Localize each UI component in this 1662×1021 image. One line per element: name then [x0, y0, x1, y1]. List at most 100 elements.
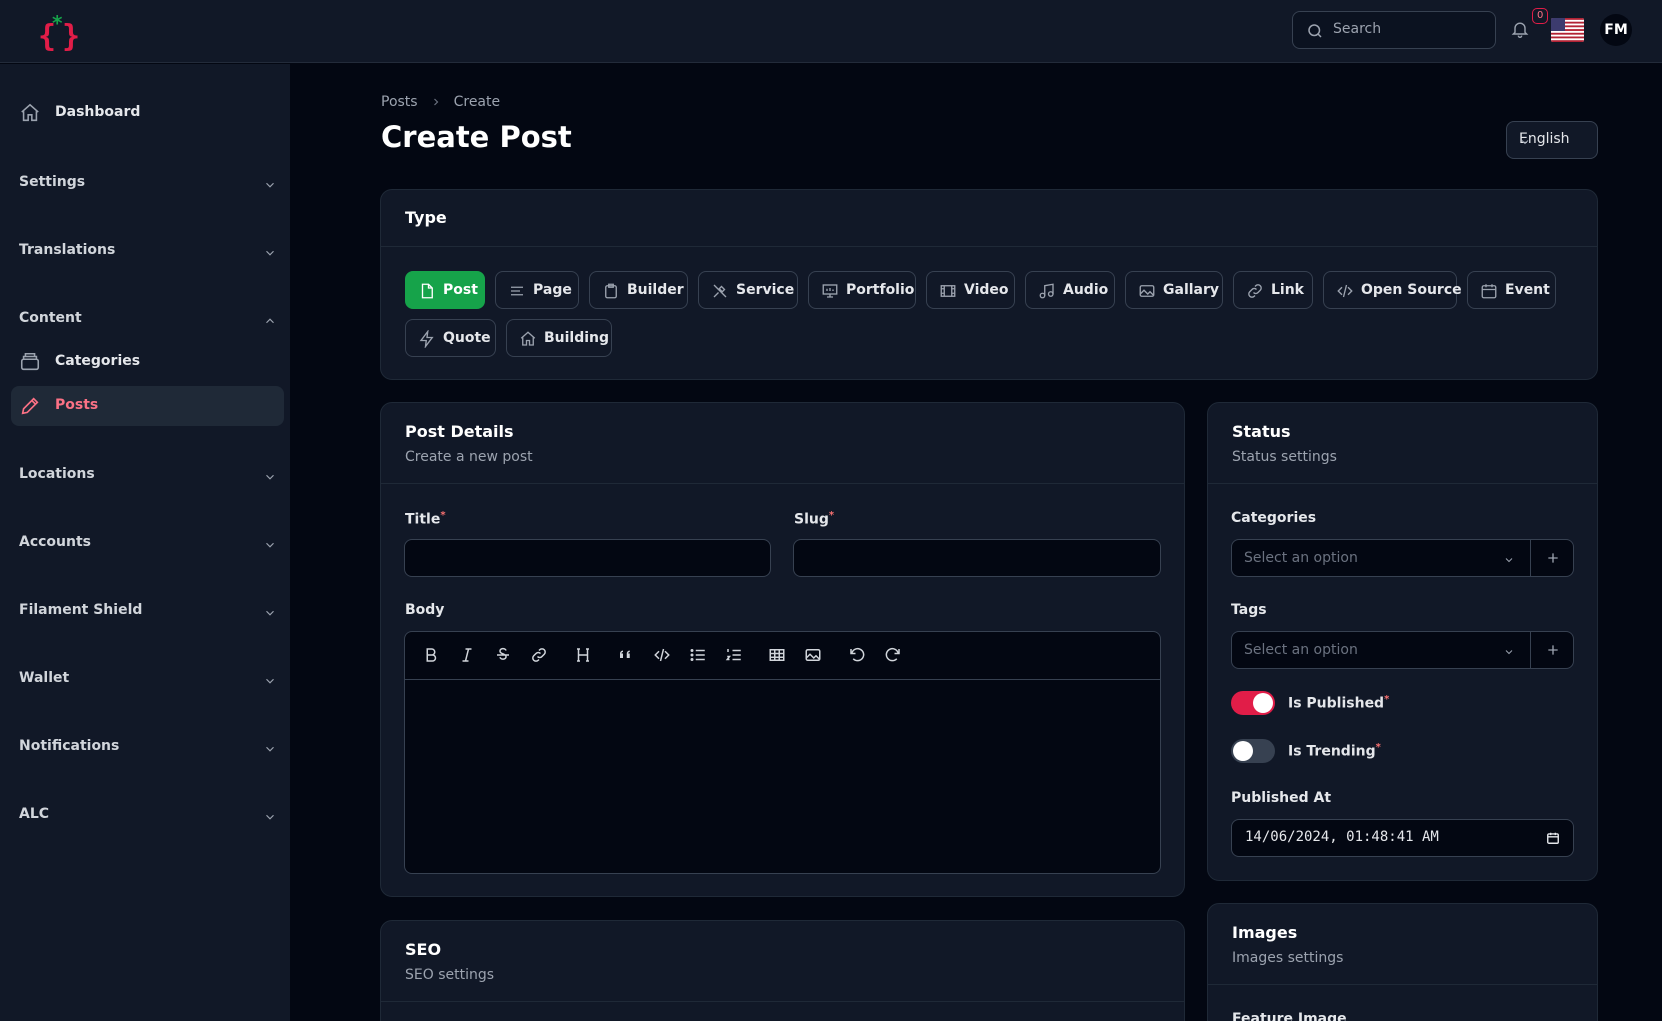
body-rich-editor[interactable] [404, 631, 1161, 874]
sidebar-item-categories[interactable]: Categories [11, 342, 284, 382]
code-icon[interactable] [653, 646, 671, 664]
sidebar-group-translations[interactable]: Translations [19, 240, 277, 264]
breadcrumb: Posts Create [381, 94, 500, 110]
card-header [1208, 904, 1597, 985]
published-at-datetime-input[interactable]: 14/06/2024, 01:48:41 AM [1231, 819, 1574, 857]
sidebar-item-label: Dashboard [55, 104, 141, 120]
required-mark: * [828, 510, 835, 521]
type-option-page[interactable]: Page [495, 271, 579, 309]
published-at-value: 14/06/2024, 01:48:41 AM [1245, 829, 1439, 845]
sidebar-group-settings[interactable]: Settings [19, 172, 277, 196]
card-header [1208, 403, 1597, 484]
table-icon[interactable] [768, 646, 786, 664]
type-option-label: Video [964, 282, 1009, 298]
is-published-toggle[interactable] [1231, 691, 1275, 715]
bold-icon[interactable] [422, 646, 440, 664]
card-title: SEO [405, 940, 442, 959]
type-option-post[interactable]: Post [405, 271, 485, 309]
sidebar-item-label: Categories [55, 353, 141, 369]
title-label-text: Title [405, 511, 441, 528]
sidebar-group-locations[interactable]: Locations [19, 464, 277, 488]
slug-input[interactable] [793, 539, 1161, 577]
undo-icon[interactable] [848, 646, 866, 664]
type-option-video[interactable]: Video [926, 271, 1015, 309]
toggle-knob [1253, 693, 1273, 713]
image-icon[interactable] [804, 646, 822, 664]
app-logo[interactable]: { } * [36, 10, 86, 52]
sidebar-item-posts[interactable]: Posts [11, 386, 284, 426]
link-icon[interactable] [530, 646, 548, 664]
divider [1530, 540, 1531, 576]
is-trending-toggle[interactable] [1231, 739, 1275, 763]
type-option-portfolio[interactable]: Portfolio [808, 271, 916, 309]
sidebar-group-label: Settings [19, 174, 86, 190]
slug-label-text: Slug [794, 511, 829, 528]
chevron-down-icon [263, 246, 277, 260]
card-header [381, 403, 1184, 484]
sidebar-group-notifications[interactable]: Notifications [19, 736, 277, 760]
calendar-icon[interactable] [1546, 831, 1560, 845]
type-option-building[interactable]: Building [506, 319, 612, 357]
chevron-down-icon [263, 606, 277, 620]
sidebar-group-wallet[interactable]: Wallet [19, 668, 277, 692]
strikethrough-icon[interactable] [494, 646, 512, 664]
categories-select[interactable]: Select an option [1231, 539, 1574, 577]
sidebar-group-content[interactable]: Content [19, 308, 277, 332]
blockquote-icon[interactable] [617, 646, 635, 664]
sidebar-group-alc[interactable]: ALC [19, 804, 277, 828]
sidebar-group-accounts[interactable]: Accounts [19, 532, 277, 556]
breadcrumb-posts-link[interactable]: Posts [381, 94, 418, 110]
top-bar: { } * Search 0 FM [0, 0, 1662, 63]
type-option-service[interactable]: Service [698, 271, 798, 309]
chevron-down-icon [263, 178, 277, 192]
sidebar-group-label: Wallet [19, 670, 70, 686]
images-card: Images Images settings Feature Image [1207, 903, 1598, 1021]
categories-placeholder: Select an option [1244, 550, 1358, 566]
us-flag-icon[interactable] [1551, 18, 1584, 42]
type-option-quote[interactable]: Quote [405, 319, 496, 357]
bullet-list-icon[interactable] [689, 646, 707, 664]
notifications-bell-icon[interactable] [1510, 18, 1530, 40]
title-input[interactable] [404, 539, 771, 577]
card-title: Post Details [405, 422, 514, 441]
feature-image-label: Feature Image [1232, 1011, 1347, 1021]
type-option-audio[interactable]: Audio [1025, 271, 1115, 309]
italic-icon[interactable] [458, 646, 476, 664]
tags-select[interactable]: Select an option [1231, 631, 1574, 669]
type-option-gallary[interactable]: Gallary [1125, 271, 1223, 309]
body-label: Body [405, 602, 445, 618]
type-option-label: Building [544, 330, 610, 346]
sidebar-item-dashboard[interactable]: Dashboard [11, 93, 284, 133]
search-icon [1306, 22, 1324, 40]
film-icon [939, 282, 957, 300]
type-option-label: Audio [1063, 282, 1109, 298]
calendar-icon [1480, 282, 1498, 300]
card-header [381, 921, 1184, 1002]
type-option-open-source[interactable]: Open Source [1323, 271, 1462, 309]
type-option-builder[interactable]: Builder [589, 271, 688, 309]
breadcrumb-current: Create [453, 94, 501, 110]
chevron-down-icon [263, 470, 277, 484]
lightning-icon [418, 330, 436, 348]
plus-icon[interactable] [1545, 642, 1561, 658]
tools-icon [711, 282, 729, 300]
is-trending-label-text: Is Trending [1288, 743, 1376, 760]
user-avatar[interactable]: FM [1600, 14, 1632, 46]
chevron-down-icon [263, 810, 277, 824]
type-option-link[interactable]: Link [1233, 271, 1313, 309]
sidebar-group-filament-shield[interactable]: Filament Shield [19, 600, 277, 624]
sidebar-group-label: ALC [19, 806, 50, 822]
type-option-label: Service [736, 282, 795, 298]
type-option-label: Open Source [1361, 282, 1462, 298]
type-option-event[interactable]: Event [1467, 271, 1556, 309]
redo-icon[interactable] [884, 646, 902, 664]
type-option-label: Builder [627, 282, 684, 298]
heading-icon[interactable] [574, 646, 592, 664]
global-search[interactable]: Search [1292, 11, 1496, 49]
ordered-list-icon[interactable] [725, 646, 743, 664]
plus-icon[interactable] [1545, 550, 1561, 566]
sidebar: Dashboard Settings Translations Content … [0, 64, 290, 1021]
type-option-label: Link [1271, 282, 1304, 298]
search-placeholder: Search [1333, 21, 1382, 37]
language-select[interactable]: English [1506, 121, 1598, 159]
